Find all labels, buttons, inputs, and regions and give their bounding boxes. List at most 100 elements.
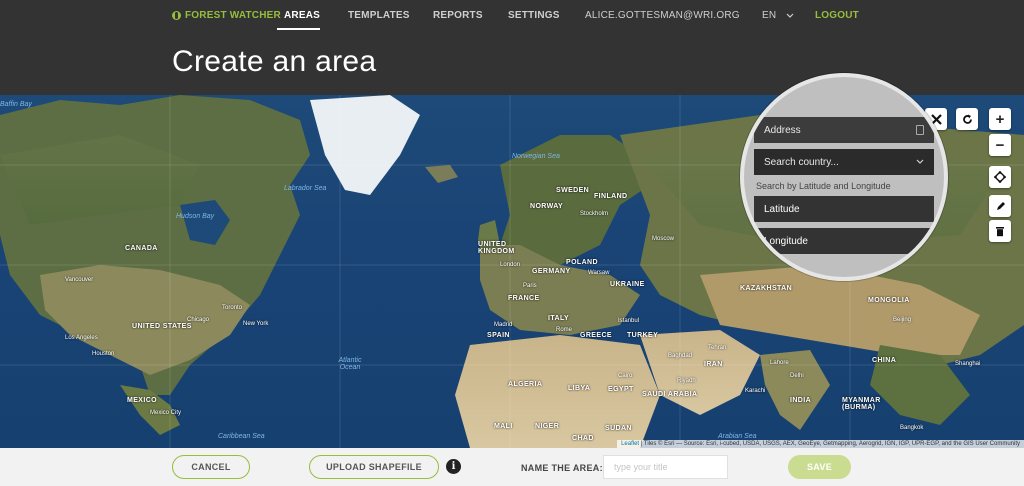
- nav-active-indicator: [277, 28, 320, 30]
- upload-shapefile-button[interactable]: UPLOAD SHAPEFILE: [309, 455, 439, 479]
- nav-settings[interactable]: SETTINGS: [508, 10, 560, 21]
- attribution-text: | Tiles © Esri — Source: Esri, i-cubed, …: [640, 441, 1020, 447]
- chevron-down-icon: [916, 159, 924, 164]
- map-label-country: CHINA: [872, 357, 897, 364]
- map-label-ocean: Arabian Sea: [718, 433, 757, 440]
- language-value: EN: [762, 10, 777, 21]
- page-title: Create an area: [172, 45, 377, 78]
- area-name-input[interactable]: [603, 455, 728, 479]
- trash-icon: [996, 226, 1004, 236]
- leaflet-link[interactable]: Leaflet: [621, 441, 639, 447]
- map-label-country: SAUDI ARABIA: [642, 391, 698, 398]
- edit-shape-button[interactable]: [989, 195, 1011, 217]
- map-label-city: Mexico City: [150, 410, 182, 416]
- map-label-country: EGYPT: [608, 386, 634, 393]
- map-label-country: GREECE: [580, 332, 612, 339]
- map-label-city: New York: [243, 321, 269, 327]
- nav-areas[interactable]: AREAS: [284, 10, 320, 21]
- map-label-city: Stockholm: [580, 211, 609, 217]
- map-label-country: TURKEY: [627, 332, 659, 339]
- longitude-placeholder: Longitude: [764, 235, 808, 247]
- latitude-input[interactable]: Latitude: [754, 196, 934, 222]
- brand-logo[interactable]: FOREST WATCHER: [172, 10, 281, 21]
- nav-reports[interactable]: REPORTS: [433, 10, 483, 21]
- country-search-select[interactable]: Search country...: [754, 149, 934, 175]
- map-label-country: MEXICO: [127, 397, 158, 404]
- map-label-city: Baghdad: [668, 353, 693, 359]
- action-footer: CANCEL UPLOAD SHAPEFILE i NAME THE AREA:…: [0, 448, 1024, 486]
- map-label-country: IRAN: [704, 361, 723, 368]
- draw-polygon-button[interactable]: [989, 166, 1011, 188]
- map-attribution: Leaflet | Tiles © Esri — Source: Esri, i…: [617, 440, 1024, 448]
- map-label-city: Shanghai: [955, 361, 981, 367]
- pencil-icon: [996, 201, 1005, 210]
- cancel-button[interactable]: CANCEL: [172, 455, 250, 479]
- map-label-city: Lahore: [770, 360, 789, 366]
- reset-view-button[interactable]: [956, 108, 978, 130]
- map-label-city: Riyadh: [677, 378, 696, 384]
- area-name-label: NAME THE AREA:: [521, 463, 603, 473]
- map-label-city: Karachi: [745, 388, 766, 394]
- app-root: FOREST WATCHER AREAS TEMPLATES REPORTS S…: [0, 0, 1024, 486]
- map-label-city: Paris: [523, 283, 537, 289]
- map-label-city: Moscow: [652, 236, 675, 242]
- nav-templates[interactable]: TEMPLATES: [348, 10, 410, 21]
- longitude-input[interactable]: Longitude: [754, 228, 934, 254]
- top-nav: FOREST WATCHER AREAS TEMPLATES REPORTS S…: [0, 0, 1024, 32]
- map-label-country: NORWAY: [530, 203, 564, 210]
- map-label-city: London: [500, 262, 521, 268]
- map-label-country: MALI: [494, 423, 513, 430]
- map-label-country: SUDAN: [605, 425, 632, 432]
- map-label-country: ITALY: [548, 315, 570, 322]
- info-icon[interactable]: i: [446, 459, 461, 474]
- map-label-country: KAZAKHSTAN: [740, 285, 793, 292]
- map-label-country: UKRAINE: [610, 281, 645, 288]
- document-icon: [916, 125, 924, 135]
- map-label-city: Los Angeles: [65, 335, 98, 341]
- map-label-city: Istanbul: [618, 318, 640, 324]
- map-label-country: SWEDEN: [556, 187, 590, 194]
- map-label-country: LIBYA: [568, 385, 591, 392]
- logout-link[interactable]: LOGOUT: [815, 10, 859, 21]
- map-label-ocean: Labrador Sea: [284, 185, 327, 192]
- search-panel: Address Search country... Search by Lati…: [754, 117, 934, 260]
- zoom-in-button[interactable]: +: [989, 108, 1011, 130]
- country-placeholder: Search country...: [764, 156, 839, 168]
- leaf-icon: [172, 11, 181, 20]
- map-label-country: MONGOLIA: [868, 297, 910, 304]
- latitude-placeholder: Latitude: [764, 203, 800, 215]
- refresh-icon: [962, 114, 972, 124]
- delete-shape-button[interactable]: [989, 220, 1011, 242]
- map-label-city: Rome: [556, 327, 573, 333]
- brand-name: FOREST WATCHER: [185, 10, 281, 21]
- map-label-ocean: Hudson Bay: [176, 213, 215, 220]
- latlng-hint: Search by Latitude and Longitude: [756, 181, 891, 191]
- map-label-city: Houston: [92, 351, 115, 357]
- map-label-ocean: Atlantic Ocean: [338, 357, 362, 371]
- language-select[interactable]: EN: [762, 10, 794, 21]
- nav-user-email[interactable]: ALICE.GOTTESMAN@WRI.ORG: [585, 10, 740, 21]
- map-label-country: FINLAND: [594, 193, 628, 200]
- map-label-ocean: Caribbean Sea: [218, 433, 265, 440]
- zoom-out-button[interactable]: −: [989, 134, 1011, 156]
- map-label-city: Chicago: [187, 317, 210, 323]
- map-label-country: FRANCE: [508, 295, 540, 302]
- search-panel-callout: Address Search country... Search by Lati…: [740, 73, 948, 281]
- map-label-ocean: Baffin Bay: [0, 101, 32, 108]
- address-search-input[interactable]: Address: [754, 117, 934, 143]
- map-label-country: POLAND: [566, 259, 598, 266]
- map-label-ocean: Norwegian Sea: [512, 153, 560, 160]
- map-label-country: CHAD: [572, 435, 594, 442]
- map-label-country: UNITED KINGDOM: [478, 241, 515, 255]
- map-label-country: CANADA: [125, 245, 158, 252]
- map-label-city: Warsaw: [588, 270, 610, 276]
- map-label-country: SPAIN: [487, 332, 510, 339]
- polygon-icon: [994, 171, 1006, 183]
- save-button[interactable]: SAVE: [788, 455, 851, 479]
- map-label-city: Tehran: [708, 345, 727, 351]
- map-label-city: Delhi: [790, 373, 804, 379]
- map-label-country: ALGERIA: [508, 381, 543, 388]
- map-label-city: Beijing: [893, 317, 912, 323]
- map-label-country: MYANMAR (BURMA): [842, 397, 881, 411]
- map-label-country: NIGER: [535, 423, 560, 430]
